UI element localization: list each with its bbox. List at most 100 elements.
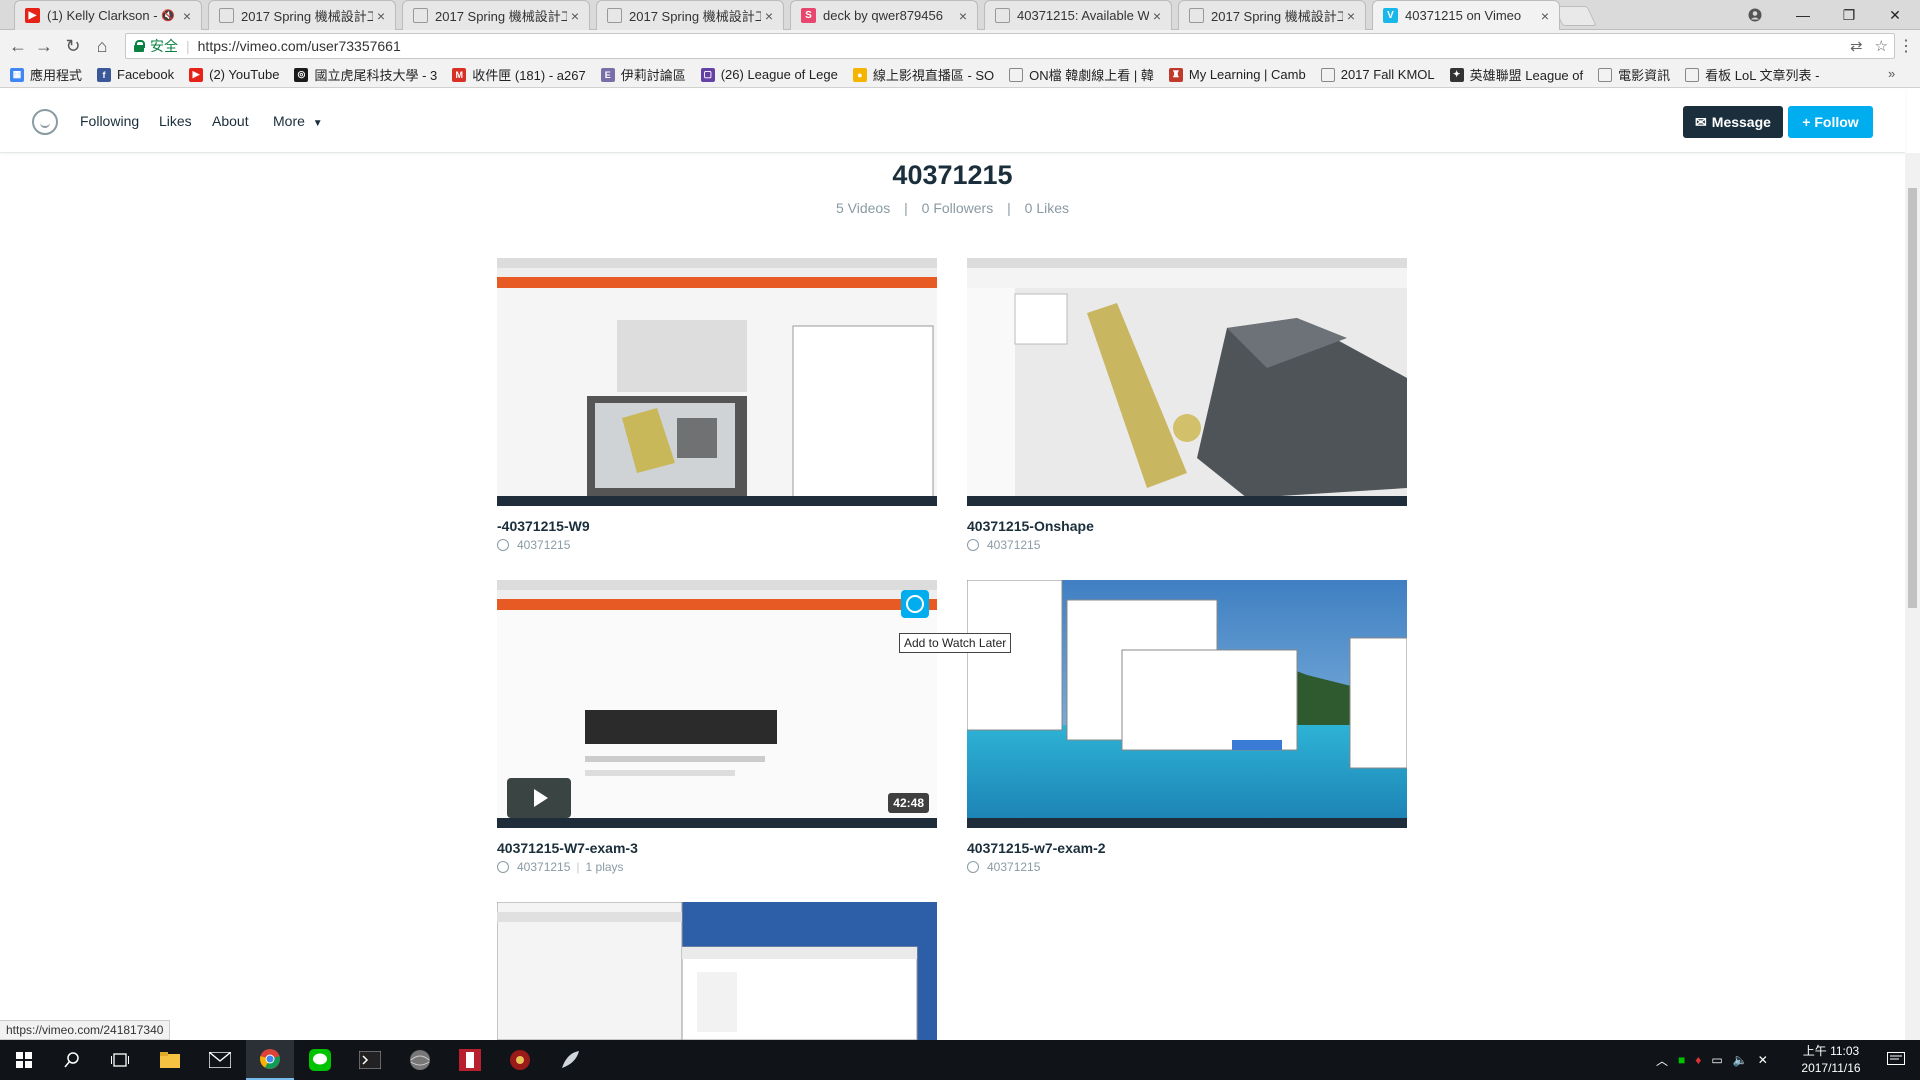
user-avatar-icon[interactable] [32, 109, 58, 135]
browser-tab[interactable]: 40371215: Available W × [984, 0, 1172, 30]
restore-button[interactable]: ❐ [1826, 0, 1872, 30]
browser-tab[interactable]: ▶ (1) Kelly Clarkson - B 🔇 × [14, 0, 202, 30]
bookmark-cambridge[interactable]: ♜ My Learning | Camb [1168, 67, 1306, 82]
browser-tab[interactable]: 2017 Spring 機械設計工 × [402, 0, 590, 30]
divider: | [904, 200, 908, 216]
app-game-icon[interactable] [496, 1040, 544, 1080]
input-method-icon[interactable]: ✕ [1758, 1053, 1768, 1067]
browser-tab-active[interactable]: V 40371215 on Vimeo × [1372, 0, 1560, 30]
nav-about[interactable]: About [212, 113, 249, 129]
close-window-button[interactable]: ✕ [1872, 0, 1918, 30]
video-owner[interactable]: 40371215 [987, 538, 1040, 552]
bookmark-drama[interactable]: ON檔 韓劇線上看 | 韓 [1009, 65, 1154, 84]
file-explorer-icon[interactable] [146, 1040, 194, 1080]
video-thumbnail[interactable] [497, 258, 937, 506]
clock-icon[interactable] [901, 590, 929, 618]
taskbar-clock[interactable]: 上午 11:03 2017/11/16 [1786, 1043, 1876, 1077]
bookmark-nfu[interactable]: ◎ 國立虎尾科技大學 - 3 [294, 65, 437, 84]
browser-tab[interactable]: 2017 Spring 機械設計工 × [1178, 0, 1366, 30]
video-thumbnail[interactable] [967, 580, 1407, 828]
reload-icon[interactable]: ↻ [61, 34, 85, 58]
home-icon[interactable]: ⌂ [90, 34, 114, 58]
scrollbar-thumb[interactable] [1908, 188, 1917, 608]
search-icon[interactable] [48, 1040, 96, 1080]
video-thumbnail[interactable] [967, 258, 1407, 506]
app-sphere-icon[interactable] [396, 1040, 444, 1080]
message-button[interactable]: ✉ Message [1683, 106, 1783, 138]
notification-icon[interactable] [1872, 1040, 1920, 1080]
app-feather-icon[interactable] [546, 1040, 594, 1080]
line-icon[interactable] [296, 1040, 344, 1080]
avatar-icon [967, 861, 979, 873]
mail-icon[interactable] [196, 1040, 244, 1080]
close-icon[interactable]: × [373, 8, 389, 24]
video-title[interactable]: 40371215-w7-exam-2 [967, 840, 1407, 856]
bookmark-apps[interactable]: ▦ 應用程式 [10, 65, 82, 84]
close-icon[interactable]: × [1343, 8, 1359, 24]
followers-count-link[interactable]: 0 Followers [922, 200, 994, 216]
bookmark-gmail[interactable]: M 收件匣 (181) - a267 [452, 65, 586, 84]
follow-button[interactable]: + Follow [1788, 106, 1873, 138]
url-text[interactable]: https://vimeo.com/user73357661 [198, 38, 401, 54]
vertical-scrollbar[interactable] [1905, 153, 1920, 1040]
translate-icon[interactable]: ⇄ [1850, 37, 1863, 55]
minimize-button[interactable]: — [1780, 0, 1826, 30]
back-arrow-icon[interactable]: ← [6, 34, 30, 58]
video-thumbnail[interactable]: 42:48 [497, 580, 937, 828]
network-icon[interactable]: ▭ [1711, 1053, 1722, 1067]
video-title[interactable]: 40371215-W7-exam-3 [497, 840, 937, 856]
line-tray-icon[interactable]: ■ [1678, 1053, 1685, 1067]
bookmark-movies[interactable]: 電影資訊 [1598, 65, 1670, 84]
play-button[interactable] [507, 778, 571, 818]
likes-count-link[interactable]: 0 Likes [1025, 200, 1069, 216]
video-owner[interactable]: 40371215 [517, 860, 570, 874]
close-icon[interactable]: × [1149, 8, 1165, 24]
bookmark-lol[interactable]: ✦ 英雄聯盟 League of [1449, 65, 1583, 84]
task-view-icon[interactable] [96, 1040, 144, 1080]
app-tray-icon[interactable]: ♦ [1695, 1053, 1701, 1067]
video-title[interactable]: 40371215-Onshape [967, 518, 1407, 534]
speaker-icon[interactable]: 🔇 [161, 9, 175, 22]
videos-count-link[interactable]: 5 Videos [836, 200, 890, 216]
menu-dots-icon[interactable]: ⋮ [1898, 36, 1914, 56]
video-owner[interactable]: 40371215 [517, 538, 570, 552]
envelope-icon: ✉ [1695, 113, 1707, 130]
bookmark-stream[interactable]: ● 線上影視直播區 - SO [852, 65, 994, 84]
chevron-up-icon[interactable]: ︿ [1656, 1052, 1668, 1069]
app-red-icon[interactable] [446, 1040, 494, 1080]
bookmark-kmol[interactable]: 2017 Fall KMOL [1320, 67, 1435, 82]
video-title[interactable]: -40371215-W9 [497, 518, 937, 534]
bookmark-facebook[interactable]: f Facebook [97, 67, 174, 82]
browser-tab[interactable]: S deck by qwer879456 × [790, 0, 978, 30]
divider: | [1007, 200, 1011, 216]
nav-following[interactable]: Following [80, 113, 139, 129]
profile-name: 40371215 [892, 160, 1013, 190]
bookmark-eyny[interactable]: E 伊莉討論區 [600, 65, 686, 84]
volume-icon[interactable]: 🔈 [1733, 1053, 1748, 1067]
chevron-right-double-icon[interactable]: » [1888, 66, 1895, 81]
nav-likes[interactable]: Likes [159, 113, 192, 129]
windows-start-icon[interactable] [0, 1040, 48, 1080]
vimeo-header: Following Likes About More ▼ ✉ Message +… [0, 89, 1905, 153]
close-icon[interactable]: × [761, 8, 777, 24]
nav-more[interactable]: More ▼ [273, 113, 323, 129]
forward-arrow-icon[interactable]: → [32, 34, 56, 58]
terminal-icon[interactable] [346, 1040, 394, 1080]
browser-tab[interactable]: 2017 Spring 機械設計工 × [596, 0, 784, 30]
profile-icon[interactable] [1732, 0, 1778, 30]
bookmark-ptt[interactable]: 看板 LoL 文章列表 - [1685, 65, 1820, 84]
close-icon[interactable]: × [955, 8, 971, 24]
star-icon[interactable]: ☆ [1875, 37, 1888, 55]
close-icon[interactable]: × [567, 8, 583, 24]
video-duration: 42:48 [888, 793, 929, 813]
close-icon[interactable]: × [179, 8, 195, 24]
video-thumbnail[interactable] [497, 902, 937, 1040]
chrome-icon[interactable] [246, 1040, 294, 1080]
video-owner[interactable]: 40371215 [987, 860, 1040, 874]
close-icon[interactable]: × [1537, 8, 1553, 24]
bookmark-youtube[interactable]: ▶ (2) YouTube [189, 67, 279, 82]
bookmark-twitch[interactable]: ▢ (26) League of Lege [700, 67, 838, 82]
browser-tab[interactable]: 2017 Spring 機械設計工 × [208, 0, 396, 30]
bookmark-label: (26) League of Lege [720, 67, 838, 82]
address-bar[interactable]: 安全 | https://vimeo.com/user73357661 ⇄ ☆ [125, 33, 1895, 59]
